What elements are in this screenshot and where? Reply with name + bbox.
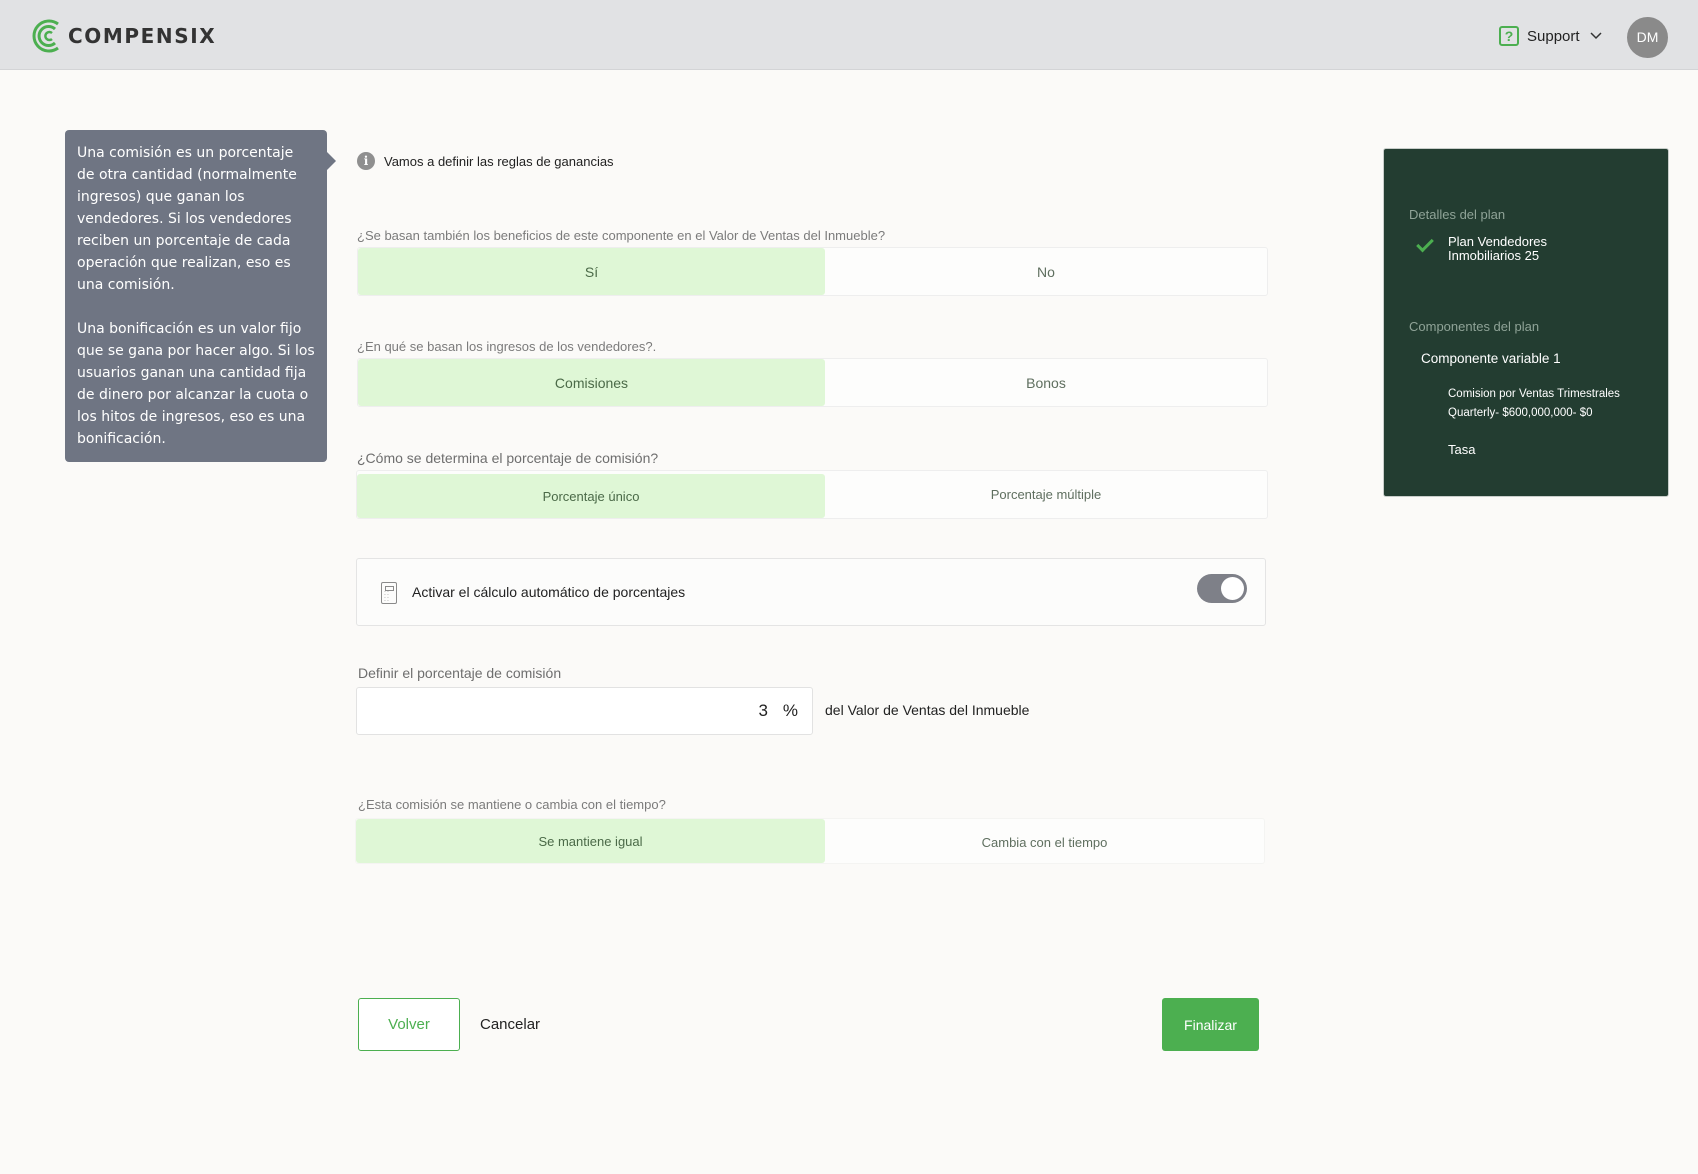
logo-icon	[32, 19, 59, 53]
info-icon[interactable]: i	[357, 152, 375, 170]
question-sales-value-label: ¿Se basan también los beneficios de este…	[357, 228, 886, 243]
option-se-mantiene-igual[interactable]: Se mantiene igual	[356, 819, 825, 863]
option-cambia-con-el-tiempo[interactable]: Cambia con el tiempo	[825, 819, 1264, 863]
calculator-icon	[381, 582, 397, 604]
component-detail: Comision por Ventas Trimestrales Quarter…	[1448, 388, 1620, 419]
toggle-knob	[1221, 577, 1244, 600]
auto-calc-label: Activar el cálculo automático de porcent…	[412, 584, 686, 600]
percent-unit: %	[782, 701, 798, 720]
compensix-logo[interactable]: COMPENSIX	[32, 18, 216, 54]
option-no[interactable]: No	[825, 248, 1267, 295]
avatar[interactable]: DM	[1627, 17, 1668, 58]
help-tooltip: Una comisión es un porcentaje de otra ca…	[65, 130, 336, 462]
finish-button[interactable]: Finalizar	[1162, 998, 1259, 1051]
back-button[interactable]: Volver	[358, 998, 460, 1051]
plan-components-title: Componentes del plan	[1409, 319, 1540, 334]
question-commission-type-options: Porcentaje único Porcentaje múltiple	[356, 470, 1268, 519]
percentage-suffix: del Valor de Ventas del Inmueble	[825, 702, 1030, 718]
auto-calc-card: Activar el cálculo automático de porcent…	[356, 558, 1266, 626]
question-income-basis-label: ¿En qué se basan los ingresos de los ven…	[357, 339, 657, 354]
tooltip-bonus-text: Una bonificación es un valor fijo que se…	[77, 321, 315, 447]
brand-name: COMPENSIX	[68, 24, 217, 48]
plan-name: Plan Vendedores Inmobiliarios 25	[1448, 234, 1548, 263]
question-time-change-label: ¿Esta comisión se mantiene o cambia con …	[358, 797, 666, 812]
question-commission-type-label: ¿Cómo se determina el porcentaje de comi…	[357, 450, 659, 466]
plan-details-panel: Detalles del plan Plan Vendedores Inmobi…	[1383, 148, 1669, 497]
option-bonos[interactable]: Bonos	[825, 359, 1267, 406]
auto-calc-toggle[interactable]	[1197, 574, 1247, 603]
option-porcentaje-multiple[interactable]: Porcentaje múltiple	[825, 471, 1267, 518]
top-bar: COMPENSIX ? Support DM	[0, 0, 1698, 70]
percentage-value: 3	[758, 701, 768, 720]
support-label: Support	[1527, 27, 1580, 45]
support-menu[interactable]: ? Support	[1499, 26, 1602, 46]
help-icon: ?	[1499, 26, 1519, 46]
option-comisiones[interactable]: Comisiones	[358, 359, 825, 406]
question-income-basis-options: Comisiones Bonos	[357, 358, 1268, 407]
check-icon	[1416, 234, 1434, 253]
plan-details-title: Detalles del plan	[1409, 207, 1506, 222]
option-porcentaje-unico[interactable]: Porcentaje único	[357, 474, 825, 518]
cancel-button[interactable]: Cancelar	[480, 1016, 540, 1033]
commission-percentage-label: Definir el porcentaje de comisión	[358, 665, 562, 681]
rate-label[interactable]: Tasa	[1448, 442, 1475, 457]
chevron-down-icon	[1590, 32, 1602, 40]
option-si[interactable]: Sí	[358, 248, 825, 295]
tooltip-commission-text: Una comisión es un porcentaje de otra ca…	[77, 145, 297, 293]
commission-percentage-input[interactable]: 3 %	[356, 687, 813, 735]
intro-text: Vamos a definir las reglas de ganancias	[384, 153, 614, 169]
question-time-change-options: Se mantiene igual Cambia con el tiempo	[355, 818, 1265, 864]
component-name[interactable]: Componente variable 1	[1421, 351, 1561, 366]
question-sales-value-options: Sí No	[357, 247, 1268, 296]
intro-line: i Vamos a definir las reglas de ganancia…	[357, 152, 614, 170]
